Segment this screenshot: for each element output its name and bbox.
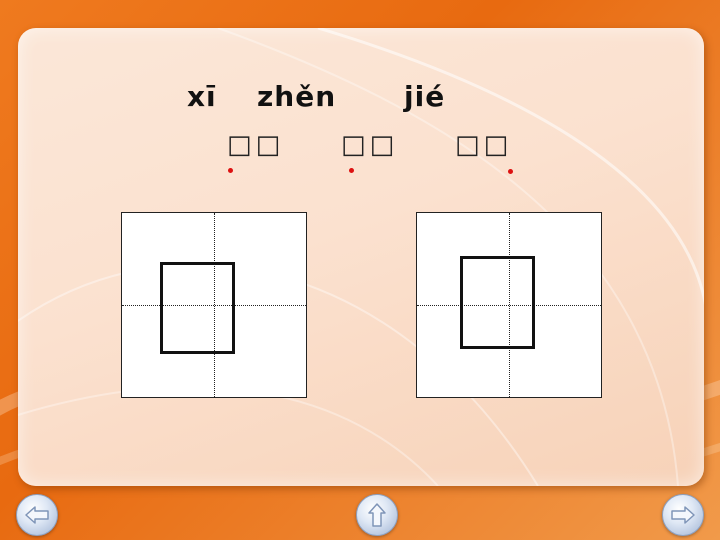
home-button[interactable] [356, 494, 398, 536]
up-arrow-icon [368, 503, 386, 527]
left-arrow-icon [25, 506, 49, 524]
next-button[interactable] [662, 494, 704, 536]
hanzi-word-2: □□ [341, 130, 399, 160]
prev-button[interactable] [16, 494, 58, 536]
pinyin-jie: jié [404, 80, 446, 113]
writing-grid-2 [416, 212, 602, 398]
hanzi-word-1: □□ [227, 130, 285, 160]
hanzi-word-3: □□ [455, 130, 513, 160]
pinyin-xi: xī [187, 80, 217, 113]
red-dot-marker [508, 169, 513, 174]
red-dot-marker [349, 168, 354, 173]
character-box [460, 256, 535, 349]
right-arrow-icon [671, 506, 695, 524]
pinyin-zhen: zhěn [257, 80, 337, 113]
writing-grid-1 [121, 212, 307, 398]
character-box [160, 262, 235, 354]
red-dot-marker [228, 168, 233, 173]
